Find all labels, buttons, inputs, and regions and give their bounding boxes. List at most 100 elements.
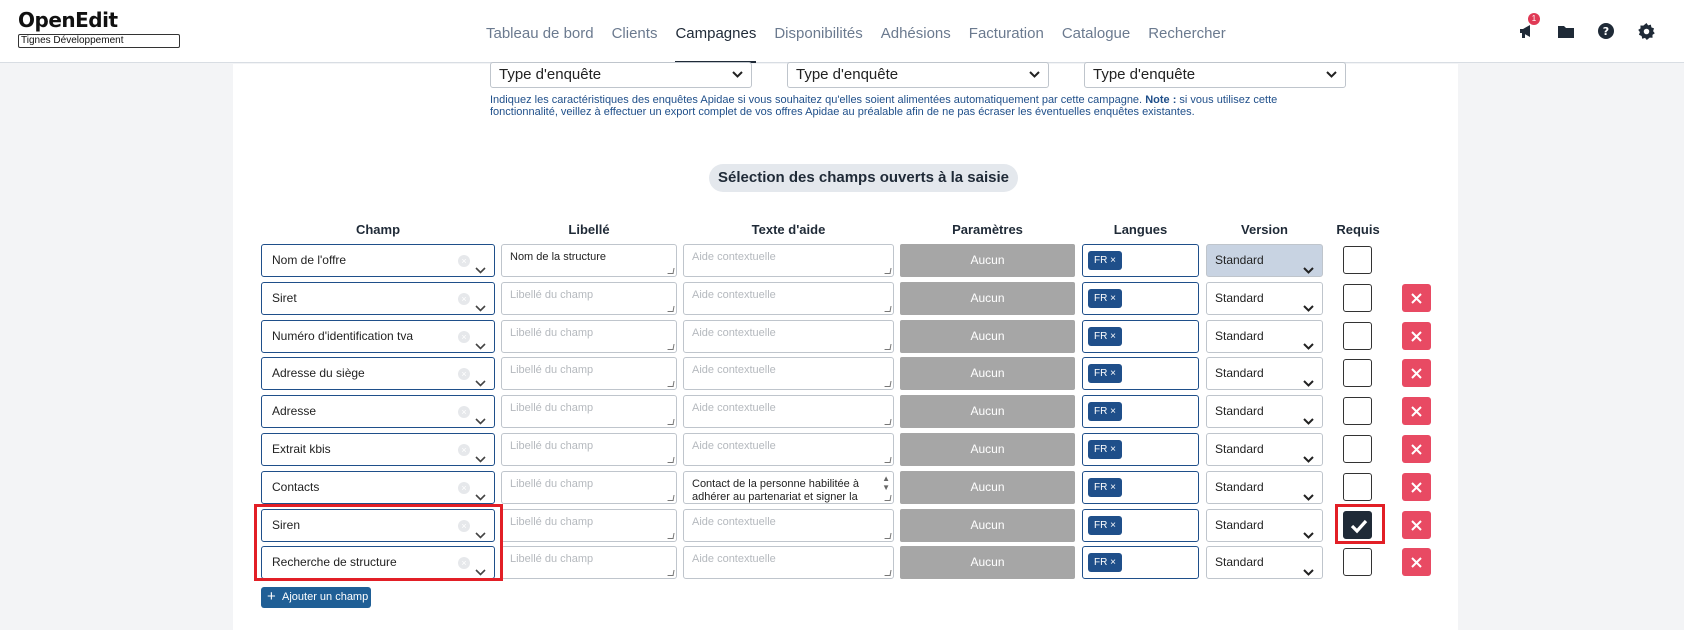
- megaphone-icon[interactable]: 1: [1506, 13, 1546, 43]
- aide-textarea[interactable]: Aide contextuelle: [683, 320, 894, 353]
- version-select[interactable]: Standard: [1206, 357, 1323, 390]
- version-select[interactable]: Standard: [1206, 282, 1323, 315]
- version-select[interactable]: Standard: [1206, 320, 1323, 353]
- delete-row-button[interactable]: [1402, 284, 1431, 312]
- version-select[interactable]: Standard: [1206, 433, 1323, 466]
- params-button[interactable]: Aucun: [900, 433, 1075, 466]
- version-select[interactable]: Standard: [1206, 509, 1323, 542]
- required-checkbox[interactable]: [1343, 548, 1372, 576]
- langues-select[interactable]: FR ×: [1082, 433, 1199, 466]
- required-checkbox[interactable]: [1343, 435, 1372, 463]
- langues-select[interactable]: FR ×: [1082, 546, 1199, 579]
- lang-tag[interactable]: FR ×: [1088, 440, 1122, 459]
- langues-select[interactable]: FR ×: [1082, 357, 1199, 390]
- resize-handle-icon[interactable]: [884, 381, 892, 387]
- resize-handle-icon[interactable]: [884, 419, 892, 425]
- remove-tag-icon[interactable]: ×: [1110, 557, 1116, 568]
- resize-handle-icon[interactable]: [667, 381, 675, 387]
- version-select[interactable]: Standard: [1206, 244, 1323, 277]
- required-checkbox[interactable]: [1343, 322, 1372, 350]
- langues-select[interactable]: FR ×: [1082, 320, 1199, 353]
- enquete-type-select-3[interactable]: Type d'enquête: [1084, 62, 1346, 88]
- langues-select[interactable]: FR ×: [1082, 509, 1199, 542]
- lang-tag[interactable]: FR ×: [1088, 289, 1122, 308]
- params-button[interactable]: Aucun: [900, 546, 1075, 579]
- add-field-button[interactable]: + Ajouter un champ: [261, 587, 371, 608]
- app-logo[interactable]: OpenEdit: [18, 8, 118, 32]
- lang-tag[interactable]: FR ×: [1088, 327, 1122, 346]
- version-select[interactable]: Standard: [1206, 546, 1323, 579]
- aide-textarea[interactable]: Aide contextuelle: [683, 509, 894, 542]
- remove-tag-icon[interactable]: ×: [1110, 293, 1116, 304]
- clear-icon[interactable]: ×: [458, 406, 470, 418]
- libelle-input[interactable]: Libellé du champ: [501, 509, 677, 542]
- nav-clients[interactable]: Clients: [603, 0, 667, 63]
- libelle-input[interactable]: Libellé du champ: [501, 395, 677, 428]
- langues-select[interactable]: FR ×: [1082, 282, 1199, 315]
- clear-icon[interactable]: ×: [458, 368, 470, 380]
- required-checkbox[interactable]: [1343, 284, 1372, 312]
- resize-handle-icon[interactable]: [884, 570, 892, 576]
- resize-handle-icon[interactable]: [884, 533, 892, 539]
- lang-tag[interactable]: FR ×: [1088, 553, 1122, 572]
- scroll-arrows-icon[interactable]: ▲ ▼: [882, 474, 890, 492]
- resize-handle-icon[interactable]: [884, 344, 892, 350]
- libelle-input[interactable]: Libellé du champ: [501, 546, 677, 579]
- delete-row-button[interactable]: [1402, 473, 1431, 501]
- remove-tag-icon[interactable]: ×: [1110, 406, 1116, 417]
- params-button[interactable]: Aucun: [900, 357, 1075, 390]
- resize-handle-icon[interactable]: [884, 306, 892, 312]
- langues-select[interactable]: FR ×: [1082, 244, 1199, 277]
- enquete-type-select-2[interactable]: Type d'enquête: [787, 62, 1049, 88]
- version-select[interactable]: Standard: [1206, 395, 1323, 428]
- help-icon[interactable]: ?: [1586, 19, 1626, 43]
- resize-handle-icon[interactable]: [667, 533, 675, 539]
- remove-tag-icon[interactable]: ×: [1110, 368, 1116, 379]
- remove-tag-icon[interactable]: ×: [1110, 444, 1116, 455]
- params-button[interactable]: Aucun: [900, 282, 1075, 315]
- delete-row-button[interactable]: [1402, 548, 1431, 576]
- params-button[interactable]: Aucun: [900, 395, 1075, 428]
- aide-textarea[interactable]: Aide contextuelle: [683, 546, 894, 579]
- libelle-input[interactable]: Nom de la structure: [501, 244, 677, 277]
- nav-catalogue[interactable]: Catalogue: [1053, 0, 1139, 63]
- required-checkbox[interactable]: [1343, 473, 1372, 501]
- delete-row-button[interactable]: [1402, 435, 1431, 463]
- params-button[interactable]: Aucun: [900, 471, 1075, 504]
- champ-select[interactable]: Adresse du siège ×: [261, 357, 495, 390]
- nav-adhesions[interactable]: Adhésions: [872, 0, 960, 63]
- remove-tag-icon[interactable]: ×: [1110, 482, 1116, 493]
- resize-handle-icon[interactable]: [667, 344, 675, 350]
- libelle-input[interactable]: Libellé du champ: [501, 320, 677, 353]
- clear-icon[interactable]: ×: [458, 255, 470, 267]
- lang-tag[interactable]: FR ×: [1088, 364, 1122, 383]
- lang-tag[interactable]: FR ×: [1088, 478, 1122, 497]
- clear-icon[interactable]: ×: [458, 482, 470, 494]
- champ-select[interactable]: Nom de l'offre ×: [261, 244, 495, 277]
- aide-textarea[interactable]: Aide contextuelle: [683, 282, 894, 315]
- resize-handle-icon[interactable]: [667, 570, 675, 576]
- params-button[interactable]: Aucun: [900, 244, 1075, 277]
- lang-tag[interactable]: FR ×: [1088, 402, 1122, 421]
- champ-select[interactable]: Siret ×: [261, 282, 495, 315]
- resize-handle-icon[interactable]: [667, 419, 675, 425]
- delete-row-button[interactable]: [1402, 397, 1431, 425]
- resize-handle-icon[interactable]: [667, 306, 675, 312]
- libelle-input[interactable]: Libellé du champ: [501, 357, 677, 390]
- required-checkbox[interactable]: [1343, 246, 1372, 274]
- aide-textarea[interactable]: Aide contextuelle: [683, 395, 894, 428]
- delete-row-button[interactable]: [1402, 511, 1431, 539]
- required-checkbox[interactable]: [1343, 359, 1372, 387]
- clear-icon[interactable]: ×: [458, 293, 470, 305]
- langues-select[interactable]: FR ×: [1082, 395, 1199, 428]
- resize-handle-icon[interactable]: [884, 457, 892, 463]
- libelle-input[interactable]: Libellé du champ: [501, 282, 677, 315]
- nav-disponibilites[interactable]: Disponibilités: [765, 0, 871, 63]
- params-button[interactable]: Aucun: [900, 320, 1075, 353]
- resize-handle-icon[interactable]: [667, 268, 675, 274]
- aide-textarea[interactable]: Aide contextuelle: [683, 244, 894, 277]
- clear-icon[interactable]: ×: [458, 331, 470, 343]
- enquete-type-select-1[interactable]: Type d'enquête: [490, 62, 752, 88]
- organization-select[interactable]: Tignes Développement: [18, 34, 180, 48]
- remove-tag-icon[interactable]: ×: [1110, 255, 1116, 266]
